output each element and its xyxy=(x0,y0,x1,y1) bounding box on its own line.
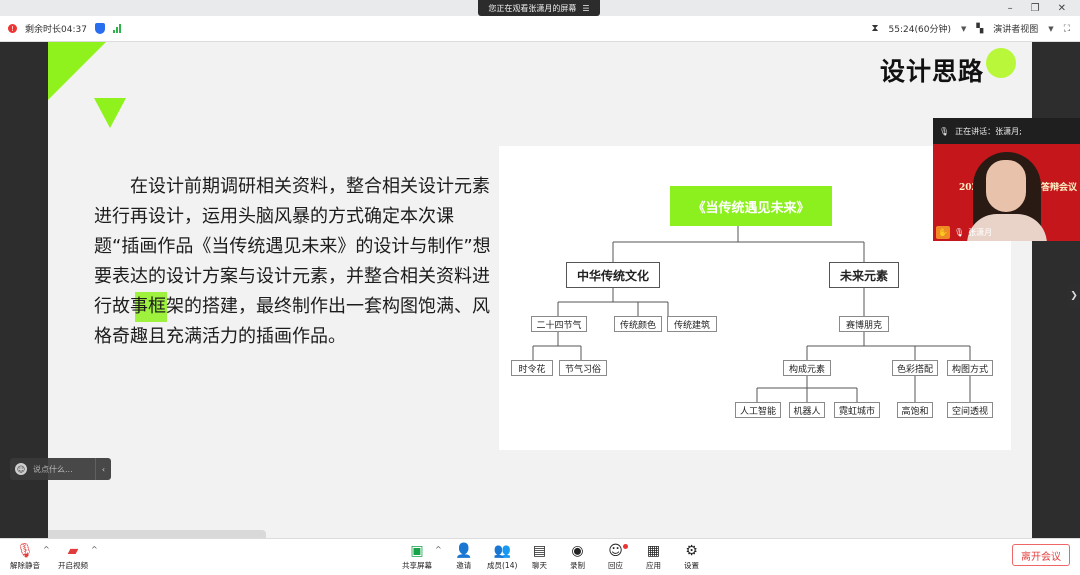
mindmap-node: 霓虹城市 xyxy=(834,402,880,418)
settings-button[interactable]: ⚙ 设置 xyxy=(684,542,699,571)
record-icon: ◉ xyxy=(571,543,584,559)
mindmap-node: 构图方式 xyxy=(947,360,993,376)
mindmap-node: 构成元素 xyxy=(783,360,831,376)
fullscreen-icon[interactable]: ⛶ xyxy=(1064,24,1070,34)
speaker-icon: 🎙 xyxy=(939,126,950,136)
gear-icon: ⚙ xyxy=(685,543,698,559)
close-icon[interactable]: ✕ xyxy=(1058,3,1066,14)
settings-label: 设置 xyxy=(684,561,699,570)
leave-meeting-button[interactable]: 离开会议 xyxy=(1012,544,1070,566)
add-user-icon: 👤 xyxy=(455,543,473,559)
chat-bubble-icon: ▤ xyxy=(532,543,547,559)
mindmap-node: 时令花 xyxy=(511,360,553,376)
remaining-time: 剩余时长04:37 xyxy=(25,25,87,35)
invite-label: 邀请 xyxy=(456,561,472,570)
speaker-name: 张潇月 xyxy=(968,227,993,237)
mindmap-branch-right: 未来元素 xyxy=(829,262,899,288)
hamburger-icon[interactable]: ☰ xyxy=(582,4,589,13)
meeting-topbar: ! 剩余时长04:37 ⧗ 55:24(60分钟) ▼ ▚ 演讲者视图 ▼ ⛶ xyxy=(0,16,1080,42)
share-screen-button[interactable]: ▣ 共享屏幕 xyxy=(402,542,432,571)
slide-title: 设计思路 xyxy=(880,57,985,86)
chevron-up-icon[interactable]: ^ xyxy=(43,545,50,554)
members-icon: 👥 xyxy=(493,543,511,559)
timer-alert-icon: ! xyxy=(8,24,17,33)
mindmap-node: 二十四节气 xyxy=(531,316,587,332)
mic-muted-icon: 🎙 xyxy=(16,543,34,559)
mindmap-node: 节气习俗 xyxy=(559,360,607,376)
speaker-video-tile[interactable]: 🎙 正在讲话：张潇月; 2024届 答辩会议 ✋ 🎙 张潇月 xyxy=(933,118,1080,241)
mic-icon: 🎙 xyxy=(954,227,965,237)
share-banner-text: 您正在观看张潇月的屏幕 xyxy=(488,3,577,13)
chevron-down-icon[interactable]: ▼ xyxy=(961,25,966,33)
hourglass-icon: ⧗ xyxy=(871,23,879,34)
apps-grid-icon: ▦ xyxy=(646,543,661,559)
chevron-up-icon[interactable]: ^ xyxy=(435,545,442,554)
shared-slide: 设计思路 在设计前期调研相关资料，整合相关设计元素进行再设计，运用头脑风暴的方式… xyxy=(48,42,1032,538)
chevron-up-icon[interactable]: ^ xyxy=(91,545,98,554)
slide-paragraph: 在设计前期调研相关资料，整合相关设计元素进行再设计，运用头脑风暴的方式确定本次课… xyxy=(94,176,491,347)
corner-triangle-decoration xyxy=(48,42,106,100)
chevron-down-icon[interactable]: ▼ xyxy=(1048,25,1053,33)
share-screen-label: 共享屏幕 xyxy=(402,561,432,570)
meeting-timer[interactable]: 55:24(60分钟) xyxy=(889,22,951,35)
minimize-icon[interactable]: – xyxy=(1008,3,1013,14)
view-mode-button[interactable]: 演讲者视图 xyxy=(993,22,1038,35)
record-button[interactable]: ◉ 录制 xyxy=(570,542,585,571)
invite-button[interactable]: 👤 邀请 xyxy=(455,542,472,571)
chat-button[interactable]: ▤ 聊天 xyxy=(532,542,547,571)
down-triangle-decoration xyxy=(94,98,126,128)
network-signal-icon[interactable] xyxy=(112,24,121,33)
apps-label: 应用 xyxy=(646,561,661,570)
collapse-panel-button[interactable]: ❯ xyxy=(1068,285,1080,307)
apps-button[interactable]: ▦ 应用 xyxy=(646,542,661,571)
unmute-button[interactable]: 🎙 解除静音 xyxy=(10,542,40,571)
mindmap-node: 色彩搭配 xyxy=(892,360,938,376)
mindmap-node: 人工智能 xyxy=(735,402,781,418)
chevron-left-icon[interactable]: ‹ xyxy=(95,458,111,480)
chat-placeholder: 说点什么... xyxy=(33,464,73,474)
reactions-label: 回应 xyxy=(608,561,623,570)
emoji-icon[interactable]: ☺ xyxy=(15,463,27,475)
mindmap-root: 《当传统遇见未来》 xyxy=(670,186,832,226)
start-video-button[interactable]: ▰ 开启视频 xyxy=(58,542,88,571)
chat-input[interactable]: ☺ 说点什么... ‹ xyxy=(10,458,111,480)
members-button[interactable]: 👥 成员(14) xyxy=(487,542,517,571)
raise-hand-icon: ✋ xyxy=(936,225,950,239)
meeting-toolbar: 🎙 解除静音 ^ ▰ 开启视频 ^ ▣ 共享屏幕 ^ 👤 邀请 👥 成员(14)… xyxy=(0,538,1080,575)
speaking-label: 正在讲话：张潇月; xyxy=(955,126,1022,136)
unmute-label: 解除静音 xyxy=(10,561,40,570)
slide-bottom-bar xyxy=(48,530,266,538)
record-label: 录制 xyxy=(570,561,585,570)
speaker-face xyxy=(986,160,1026,212)
mindmap-node: 传统颜色 xyxy=(614,316,662,332)
layout-icon: ▚ xyxy=(976,23,984,34)
mindmap-node: 赛博朋克 xyxy=(839,316,889,332)
restore-icon[interactable]: ❐ xyxy=(1031,3,1040,14)
chat-label: 聊天 xyxy=(532,561,547,570)
reaction-icon: ☺ xyxy=(608,543,623,559)
reactions-button[interactable]: ☺ 回应 xyxy=(608,542,623,571)
security-shield-icon[interactable] xyxy=(94,23,105,34)
mindmap-node: 空间透视 xyxy=(947,402,993,418)
camera-off-icon: ▰ xyxy=(67,543,79,559)
mindmap-node: 高饱和 xyxy=(897,402,933,418)
share-screen-icon: ▣ xyxy=(410,543,424,559)
title-dot-decoration xyxy=(986,48,1016,78)
notification-dot xyxy=(623,544,628,549)
start-video-label: 开启视频 xyxy=(58,561,88,570)
share-banner[interactable]: 您正在观看张潇月的屏幕 ☰ xyxy=(478,0,600,16)
mindmap-node: 传统建筑 xyxy=(667,316,717,332)
mindmap-branch-left: 中华传统文化 xyxy=(566,262,660,288)
mindmap-node: 机器人 xyxy=(789,402,825,418)
banner-text-right: 答辩会议 xyxy=(1041,183,1078,193)
window-controls: – ❐ ✕ xyxy=(1008,0,1066,16)
members-label: 成员(14) xyxy=(487,561,518,570)
